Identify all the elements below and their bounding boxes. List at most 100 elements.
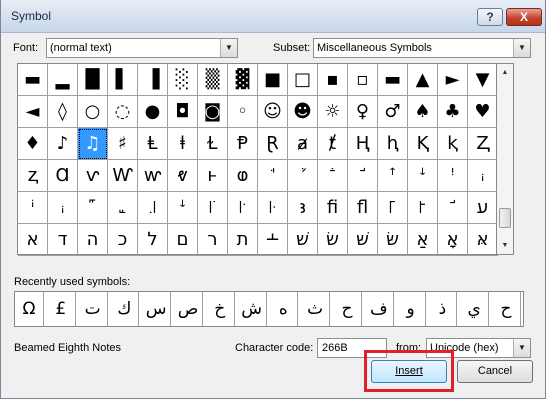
symbol-cell[interactable]: ꜌ [138, 192, 168, 224]
symbol-cell[interactable]: ☼ [318, 96, 348, 128]
symbol-cell[interactable]: Ⱡ [138, 128, 168, 160]
scroll-up-icon[interactable]: ▲ [497, 64, 513, 81]
chevron-down-icon[interactable]: ▼ [513, 339, 530, 357]
symbol-cell[interactable]: ▂ [48, 64, 78, 96]
symbol-cell[interactable]: ⱡ [168, 128, 198, 160]
symbol-cell[interactable]: ꜏ [258, 192, 288, 224]
symbol-cell[interactable]: ▼ [468, 64, 498, 96]
symbol-cell[interactable]: □ [288, 64, 318, 96]
symbol-cell[interactable]: ꜣ [288, 192, 318, 224]
symbol-cell[interactable]: █ [78, 64, 108, 96]
symbol-cell[interactable]: ꜟ [48, 192, 78, 224]
symbol-cell[interactable]: ⱷ [228, 160, 258, 192]
symbol-cell[interactable]: ■ [258, 64, 288, 96]
help-button[interactable]: ? [477, 8, 503, 26]
symbol-cell[interactable]: ░ [168, 64, 198, 96]
symbol-cell[interactable]: שׁ [288, 224, 318, 256]
symbol-cell[interactable]: ⱳ [138, 160, 168, 192]
symbol-cell[interactable]: ▌ [108, 64, 138, 96]
symbol-cell[interactable]: ▪ [318, 64, 348, 96]
symbol-cell[interactable]: ד [48, 224, 78, 256]
symbol-cell[interactable]: ▬ [378, 64, 408, 96]
symbol-cell[interactable]: ◄ [18, 96, 48, 128]
symbol-cell[interactable]: Ɑ [48, 160, 78, 192]
symbol-cell[interactable]: ♯ [108, 128, 138, 160]
symbol-cell[interactable]: שׂ [318, 224, 348, 256]
symbol-cell[interactable]: ꜞ [18, 192, 48, 224]
symbol-cell[interactable]: ◦ [228, 96, 258, 128]
symbol-cell[interactable]: ▒ [198, 64, 228, 96]
grid-scrollbar[interactable]: ▲ ▼ [497, 63, 514, 255]
symbol-cell[interactable]: ◘ [168, 96, 198, 128]
symbol-cell[interactable]: ♥ [468, 96, 498, 128]
symbol-cell[interactable]: ꜝ [438, 160, 468, 192]
recent-symbol[interactable]: ح [492, 292, 521, 326]
symbol-cell[interactable]: ꜗ [258, 160, 288, 192]
symbol-cell[interactable]: Ⱨ [348, 128, 378, 160]
symbol-cell[interactable]: ﬩ [258, 224, 288, 256]
recent-symbol[interactable]: خ [206, 292, 235, 326]
chevron-down-icon[interactable]: ▼ [220, 39, 237, 57]
symbol-cell[interactable]: ⱬ [18, 160, 48, 192]
recent-symbol[interactable]: س [142, 292, 172, 326]
symbol-cell[interactable]: ﬠ [468, 192, 498, 224]
symbol-cell[interactable]: ꜛ [378, 160, 408, 192]
symbol-cell[interactable]: ► [438, 64, 468, 96]
symbol-cell[interactable]: ▲ [408, 64, 438, 96]
symbol-cell[interactable]: ♦ [18, 128, 48, 160]
symbol-cell[interactable]: אַ [408, 224, 438, 256]
symbol-cell[interactable]: ⱨ [378, 128, 408, 160]
recent-symbol[interactable]: ش [238, 292, 267, 326]
recent-symbols-list[interactable]: Ω £ ت ك س ص خ ش ه ث ح ف و ذ ي ح [14, 291, 524, 327]
symbol-cell[interactable]: ꜘ [288, 160, 318, 192]
symbol-cell[interactable]: Ⱪ [408, 128, 438, 160]
font-dropdown[interactable]: (normal text) ▼ [46, 38, 238, 58]
cancel-button[interactable]: Cancel [457, 360, 533, 383]
symbol-cell[interactable]: ⱴ [168, 160, 198, 192]
symbol-cell[interactable]: ꜙ [318, 160, 348, 192]
recent-symbol[interactable]: £ [47, 292, 76, 326]
symbol-cell[interactable]: Ɫ [198, 128, 228, 160]
symbol-cell[interactable]: אּ [468, 224, 498, 256]
recent-symbol[interactable]: Ω [15, 292, 44, 326]
symbol-cell[interactable]: כ [108, 224, 138, 256]
symbol-cell[interactable]: ▓ [228, 64, 258, 96]
symbol-cell[interactable]: ר [198, 224, 228, 256]
symbol-cell[interactable]: ▫ [348, 64, 378, 96]
symbol-cell[interactable]: ◌ [108, 96, 138, 128]
subset-dropdown[interactable]: Miscellaneous Symbols ▼ [313, 38, 531, 58]
symbol-cell[interactable]: א [18, 224, 48, 256]
symbol-cell[interactable]: Ᵽ [228, 128, 258, 160]
symbol-cell[interactable]: ● [138, 96, 168, 128]
symbol-grid[interactable]: ▬ ▂ █ ▌ ▐ ░ ▒ ▓ ■ □ ▪ ▫ ▬ ▲ ► ▼ ◄ ◊ ○ ◌ ● ◘ ◙ ◦ ☺ ☻ ☼ ♀ ♂ ♠ ♣ ♥ ♦ ♪ ♫ ♯ Ⱡⱡ Ɫ Ᵽ… [17, 63, 498, 256]
symbol-cell[interactable]: ﬂ [348, 192, 378, 224]
chevron-down-icon[interactable]: ▼ [513, 39, 530, 57]
symbol-cell[interactable]: Ⱳ [108, 160, 138, 192]
symbol-cell[interactable]: ת [228, 224, 258, 256]
recent-symbol[interactable]: ف [365, 292, 394, 326]
symbol-cell[interactable]: ♣ [438, 96, 468, 128]
symbol-cell[interactable]: ♀ [348, 96, 378, 128]
symbol-cell[interactable]: ⱱ [78, 160, 108, 192]
symbol-cell[interactable]: ꜜ [408, 160, 438, 192]
scroll-down-icon[interactable]: ▼ [497, 237, 513, 254]
symbol-cell[interactable]: ꜎ [228, 192, 258, 224]
symbol-cell[interactable]: ל [138, 224, 168, 256]
symbol-cell[interactable]: Ɽ [258, 128, 288, 160]
recent-symbol[interactable]: و [397, 292, 426, 326]
close-button[interactable]: X [506, 8, 542, 26]
symbol-cell[interactable]: ﬁ [318, 192, 348, 224]
symbol-cell[interactable]: ꜚ [348, 160, 378, 192]
symbol-cell[interactable]: ▬ [18, 64, 48, 96]
symbol-cell[interactable]: ♪ [48, 128, 78, 160]
recent-symbol[interactable]: ص [174, 292, 203, 326]
symbol-cell[interactable]: ☺ [258, 96, 288, 128]
symbol-cell[interactable]: ꜠ [78, 192, 108, 224]
symbol-cell[interactable]: ♂ [378, 96, 408, 128]
recent-symbol[interactable]: ذ [428, 292, 458, 326]
symbol-cell[interactable]: ꜜ [168, 192, 198, 224]
symbol-cell[interactable]: ⱥ [288, 128, 318, 160]
symbol-cell[interactable]: ꜓ [408, 192, 438, 224]
symbol-cell[interactable]: ⱶ [198, 160, 228, 192]
symbol-cell[interactable]: ◙ [198, 96, 228, 128]
